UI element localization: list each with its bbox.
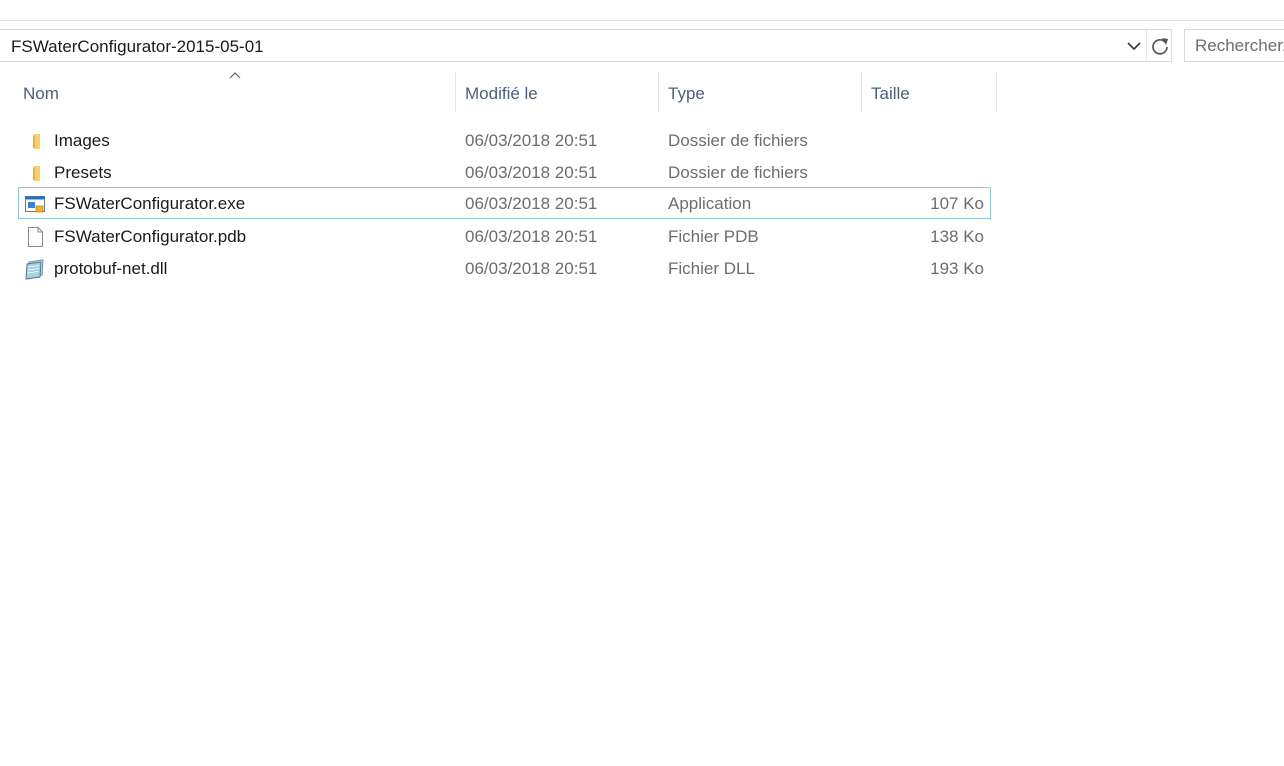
column-header-modified[interactable]: Modifié le [456,72,659,112]
folder-icon [33,166,40,181]
file-row[interactable]: FSWaterConfigurator.exe 06/03/2018 20:51… [18,187,991,219]
file-type: Application [668,194,752,213]
column-header-label: Modifié le [465,84,538,103]
file-modified: 06/03/2018 20:51 [465,131,598,150]
blank-file-icon [28,227,43,247]
file-type: Dossier de fichiers [668,131,808,150]
refresh-icon[interactable] [1149,35,1171,57]
file-type: Dossier de fichiers [668,163,808,182]
file-modified: 06/03/2018 20:51 [465,259,598,278]
file-modified: 06/03/2018 20:51 [465,163,598,182]
column-header-type[interactable]: Type [659,72,862,112]
address-divider [1146,30,1147,61]
column-header-size[interactable]: Taille [862,72,997,112]
dll-file-icon [25,259,44,280]
file-name: protobuf-net.dll [54,259,168,278]
file-row[interactable]: Presets 06/03/2018 20:51 Dossier de fich… [18,156,991,188]
file-size: 138 Ko [930,227,984,246]
file-size: 193 Ko [930,259,984,278]
toolbar-divider [0,20,1284,21]
folder-icon [33,134,40,149]
search-input[interactable] [1195,36,1284,56]
address-bar[interactable]: FSWaterConfigurator-2015-05-01 [0,29,1172,62]
column-header-name[interactable]: Nom [12,72,456,112]
file-name: Images [54,131,110,150]
file-row[interactable]: FSWaterConfigurator.pdb 06/03/2018 20:51… [18,220,991,252]
file-size: 107 Ko [930,194,984,213]
column-header-label: Nom [23,84,59,103]
chevron-down-icon[interactable] [1124,36,1144,56]
file-name: Presets [54,163,112,182]
file-row[interactable]: protobuf-net.dll 06/03/2018 20:51 Fichie… [18,252,991,284]
file-type: Fichier DLL [668,259,755,278]
file-name: FSWaterConfigurator.pdb [54,227,247,246]
file-modified: 06/03/2018 20:51 [465,227,598,246]
file-row[interactable]: Images 06/03/2018 20:51 Dossier de fichi… [18,124,991,156]
column-header-label: Taille [871,84,910,103]
search-box[interactable] [1184,29,1284,62]
address-path[interactable]: FSWaterConfigurator-2015-05-01 [11,37,264,57]
column-header-label: Type [668,84,705,103]
file-modified: 06/03/2018 20:51 [465,194,598,213]
file-type: Fichier PDB [668,227,759,246]
file-name: FSWaterConfigurator.exe [54,194,246,213]
application-icon [25,196,45,213]
